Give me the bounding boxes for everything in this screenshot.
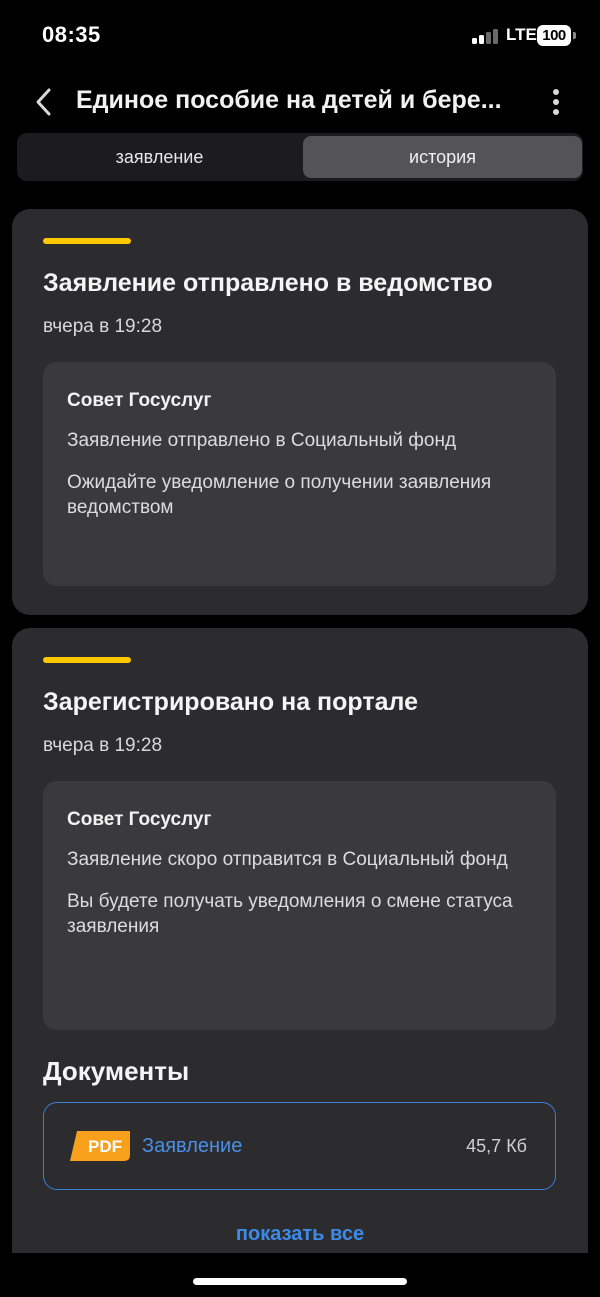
history-event-card: Зарегистрировано на портале вчера в 19:2… xyxy=(12,628,588,1253)
battery-tip xyxy=(573,32,576,39)
battery-icon: 100 xyxy=(537,25,571,46)
advice-block: Совет Госуслуг Заявление отправлено в Со… xyxy=(43,362,556,586)
event-time: вчера в 19:28 xyxy=(43,735,163,756)
back-chevron-icon[interactable] xyxy=(30,86,60,118)
status-time: 08:35 xyxy=(42,22,101,47)
segmented-control: заявление история xyxy=(17,133,583,181)
status-accent-bar xyxy=(43,657,131,663)
history-event-card: Заявление отправлено в ведомство вчера в… xyxy=(12,209,588,615)
page-title: Единое пособие на детей и бере... xyxy=(76,86,502,114)
tab-history[interactable]: история xyxy=(303,136,582,178)
status-accent-bar xyxy=(43,238,131,244)
document-name[interactable]: Заявление xyxy=(142,1135,242,1158)
pdf-icon-label: PDF xyxy=(88,1137,122,1156)
home-indicator[interactable] xyxy=(193,1278,407,1285)
document-item[interactable]: PDF Заявление 45,7 Кб xyxy=(43,1102,556,1190)
status-bar: 08:35 LTE 100 xyxy=(0,0,600,70)
more-vertical-icon[interactable] xyxy=(543,84,569,120)
event-title: Зарегистрировано на портале xyxy=(43,688,418,716)
pdf-file-icon: PDF xyxy=(70,1131,130,1161)
document-size: 45,7 Кб xyxy=(466,1136,527,1156)
documents-title: Документы xyxy=(43,1056,190,1086)
advice-title: Совет Госуслуг xyxy=(67,809,212,830)
advice-title: Совет Госуслуг xyxy=(67,390,212,411)
signal-icon xyxy=(472,28,502,44)
advice-text: Ожидайте уведомление о получении заявлен… xyxy=(67,472,492,518)
advice-text: Вы будете получать уведомления о смене с… xyxy=(67,891,513,937)
event-title: Заявление отправлено в ведомство xyxy=(43,269,493,297)
tab-application[interactable]: заявление xyxy=(20,136,299,178)
network-type: LTE xyxy=(506,25,537,44)
event-time: вчера в 19:28 xyxy=(43,316,163,337)
show-all-link[interactable]: показать все xyxy=(12,1223,588,1246)
header: Единое пособие на детей и бере... xyxy=(0,78,600,126)
advice-text: Заявление отправлено в Социальный фонд xyxy=(67,430,457,451)
advice-text: Заявление скоро отправится в Социальный … xyxy=(67,849,508,870)
advice-block: Совет Госуслуг Заявление скоро отправитс… xyxy=(43,781,556,1030)
